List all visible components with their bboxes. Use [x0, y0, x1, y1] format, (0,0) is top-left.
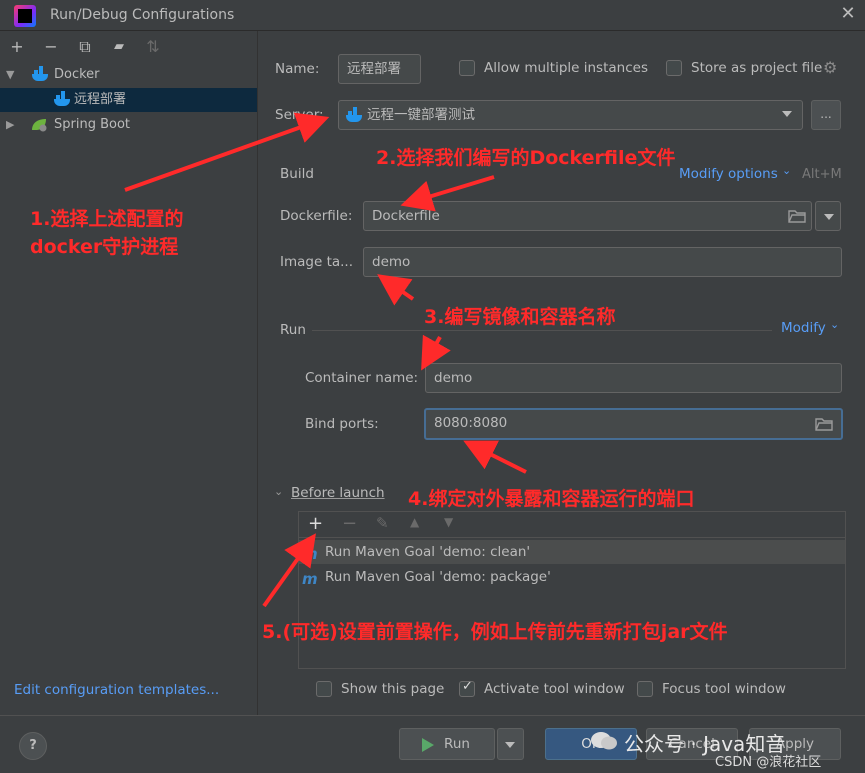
docker-icon	[32, 66, 48, 81]
before-launch-item[interactable]: m Run Maven Goal 'demo: clean'	[299, 540, 845, 564]
chevron-right-icon: ▶	[6, 118, 15, 131]
copy-icon[interactable]: ⧉	[74, 36, 96, 58]
bind-ports-input[interactable]: 8080:8080	[424, 408, 843, 440]
focus-tool-window-label: Focus tool window	[662, 681, 786, 697]
folder-icon[interactable]	[788, 209, 806, 223]
run-button-label: Run	[444, 736, 470, 752]
run-section-title: Run	[280, 322, 306, 338]
help-button[interactable]: ?	[19, 732, 47, 760]
annotation-3: 3.编写镜像和容器名称	[424, 306, 616, 328]
name-input[interactable]: 远程部署	[338, 54, 421, 84]
dockerfile-label: Dockerfile:	[280, 208, 353, 224]
annotation-4: 4.绑定对外暴露和容器运行的端口	[408, 488, 695, 510]
tree-item-spring-boot[interactable]: ▶ Spring Boot	[0, 113, 257, 137]
add-icon[interactable]: +	[6, 36, 28, 58]
container-name-label: Container name:	[305, 370, 419, 386]
tree-item-label: Spring Boot	[54, 117, 131, 132]
chevron-down-icon: ⌄	[830, 318, 840, 331]
annotation-1-line1: 1.选择上述配置的	[30, 208, 184, 230]
remove-icon[interactable]: −	[342, 513, 357, 534]
move-up-icon[interactable]: ▲	[410, 515, 419, 529]
chevron-down-icon: ▼	[6, 68, 15, 81]
dockerfile-input[interactable]: Dockerfile	[363, 201, 812, 231]
activate-tool-window-checkbox[interactable]	[459, 679, 475, 697]
chevron-down-icon: ⌄	[782, 164, 792, 177]
footer-separator	[0, 715, 865, 716]
add-icon[interactable]: +	[308, 513, 323, 534]
tree-item-label: 远程部署	[74, 92, 127, 107]
before-launch-item-label: Run Maven Goal 'demo: clean'	[325, 544, 531, 560]
modify-options-link[interactable]: Modify options	[679, 166, 778, 182]
intellij-logo-icon	[14, 5, 36, 27]
chevron-down-icon[interactable]: ⌄	[274, 485, 283, 498]
edit-configuration-templates-link[interactable]: Edit configuration templates...	[14, 682, 219, 698]
before-launch-toggle[interactable]: Before launch	[291, 485, 385, 501]
maven-icon: m	[302, 570, 318, 588]
tree-item-docker[interactable]: ▼ Docker	[0, 63, 257, 87]
window-title: Run/Debug Configurations	[50, 7, 235, 23]
store-project-file-label: Store as project file	[691, 60, 823, 76]
folder-icon[interactable]	[815, 417, 833, 431]
wechat-icon	[590, 730, 618, 752]
gear-icon[interactable]: ⚙	[823, 58, 837, 77]
chevron-down-icon	[505, 742, 515, 748]
edit-icon[interactable]: ✎	[376, 514, 389, 532]
maven-icon: m	[302, 545, 318, 563]
modify-options-shortcut: Alt+M	[802, 167, 842, 182]
docker-icon	[54, 91, 70, 106]
image-tag-input[interactable]: demo	[363, 247, 842, 277]
store-project-file-checkbox[interactable]	[666, 60, 682, 76]
docker-icon	[346, 107, 362, 122]
annotation-2: 2.选择我们编写的Dockerfile文件	[376, 147, 676, 169]
chevron-down-icon[interactable]	[782, 111, 792, 117]
run-section-separator	[312, 330, 772, 331]
name-label: Name:	[275, 61, 320, 77]
close-icon[interactable]: ✕	[838, 4, 858, 24]
show-this-page-label: Show this page	[341, 681, 445, 697]
image-tag-label: Image ta...	[280, 254, 354, 270]
annotation-5: 5.(可选)设置前置操作，例如上传前先重新打包jar文件	[262, 621, 728, 643]
watermark-subtext: CSDN @浪花社区	[715, 755, 822, 770]
show-this-page-checkbox[interactable]	[316, 681, 332, 697]
server-browse-button[interactable]: ...	[811, 100, 841, 130]
new-folder-icon[interactable]: ▰	[108, 36, 130, 58]
before-launch-item[interactable]: m Run Maven Goal 'demo: package'	[299, 565, 845, 589]
server-select-value: 远程一键部署测试	[367, 107, 475, 123]
run-button[interactable]: Run	[399, 728, 495, 760]
before-launch-item-label: Run Maven Goal 'demo: package'	[325, 569, 551, 585]
server-select[interactable]: 远程一键部署测试	[338, 100, 803, 130]
sort-icon[interactable]: ⇅	[142, 36, 164, 58]
move-down-icon[interactable]: ▼	[444, 515, 453, 529]
tree-item-remote-deploy[interactable]: 远程部署	[0, 88, 257, 112]
build-section-title: Build	[280, 166, 314, 182]
bind-ports-label: Bind ports:	[305, 416, 379, 432]
activate-tool-window-label: Activate tool window	[484, 681, 625, 697]
server-label: Server:	[275, 107, 324, 123]
annotation-1-line2: docker守护进程	[30, 236, 179, 258]
allow-multiple-label: Allow multiple instances	[484, 60, 648, 76]
tree-item-label: Docker	[54, 67, 100, 82]
annotation-arrow-3b	[421, 334, 451, 371]
modify-link[interactable]: Modify	[781, 320, 826, 336]
dockerfile-dropdown-button[interactable]	[815, 201, 841, 231]
run-icon	[422, 738, 434, 752]
focus-tool-window-checkbox[interactable]	[637, 681, 653, 697]
remove-icon[interactable]: −	[40, 36, 62, 58]
annotation-arrow-4	[463, 440, 527, 474]
annotation-arrow-3a	[377, 274, 415, 306]
run-dropdown-button[interactable]	[497, 728, 524, 760]
annotation-arrow-2	[400, 175, 495, 212]
container-name-input[interactable]: demo	[425, 363, 842, 393]
allow-multiple-checkbox[interactable]	[459, 60, 475, 76]
spring-boot-icon	[32, 119, 47, 132]
